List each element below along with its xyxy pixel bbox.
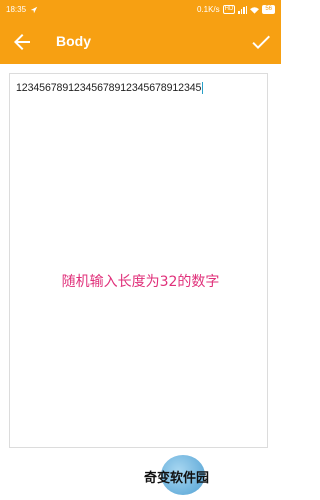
body-text-area[interactable]: 12345678912345678912345678912345: [9, 73, 268, 448]
status-right: 0.1K/s HD 56: [197, 5, 275, 14]
toolbar: Body: [0, 20, 281, 64]
text-caret: [202, 82, 204, 95]
status-time: 18:35: [6, 5, 27, 14]
signal-icon: [238, 5, 248, 14]
location-arrow-icon: [30, 6, 38, 13]
body-text-content: 12345678912345678912345678912345: [16, 82, 202, 94]
confirm-button[interactable]: [249, 30, 273, 54]
status-bar: 18:35 0.1K/s HD 56: [0, 0, 281, 20]
hd-badge: HD: [222, 5, 236, 14]
network-speed: 0.1K/s: [196, 5, 220, 14]
watermark-logo: 奇变软件园: [139, 455, 231, 495]
status-left: 18:35: [6, 5, 38, 14]
wifi-icon: [250, 6, 260, 14]
page-title: Body: [56, 33, 91, 49]
watermark-text: 奇变软件园: [144, 471, 210, 486]
back-button[interactable]: [10, 30, 34, 54]
check-icon: [252, 35, 270, 49]
body-text-value: 12345678912345678912345678912345: [16, 82, 204, 95]
battery-indicator: 56: [262, 5, 275, 14]
annotation-text: 随机输入长度为32的数字: [61, 274, 220, 290]
arrow-left-icon: [14, 34, 30, 50]
